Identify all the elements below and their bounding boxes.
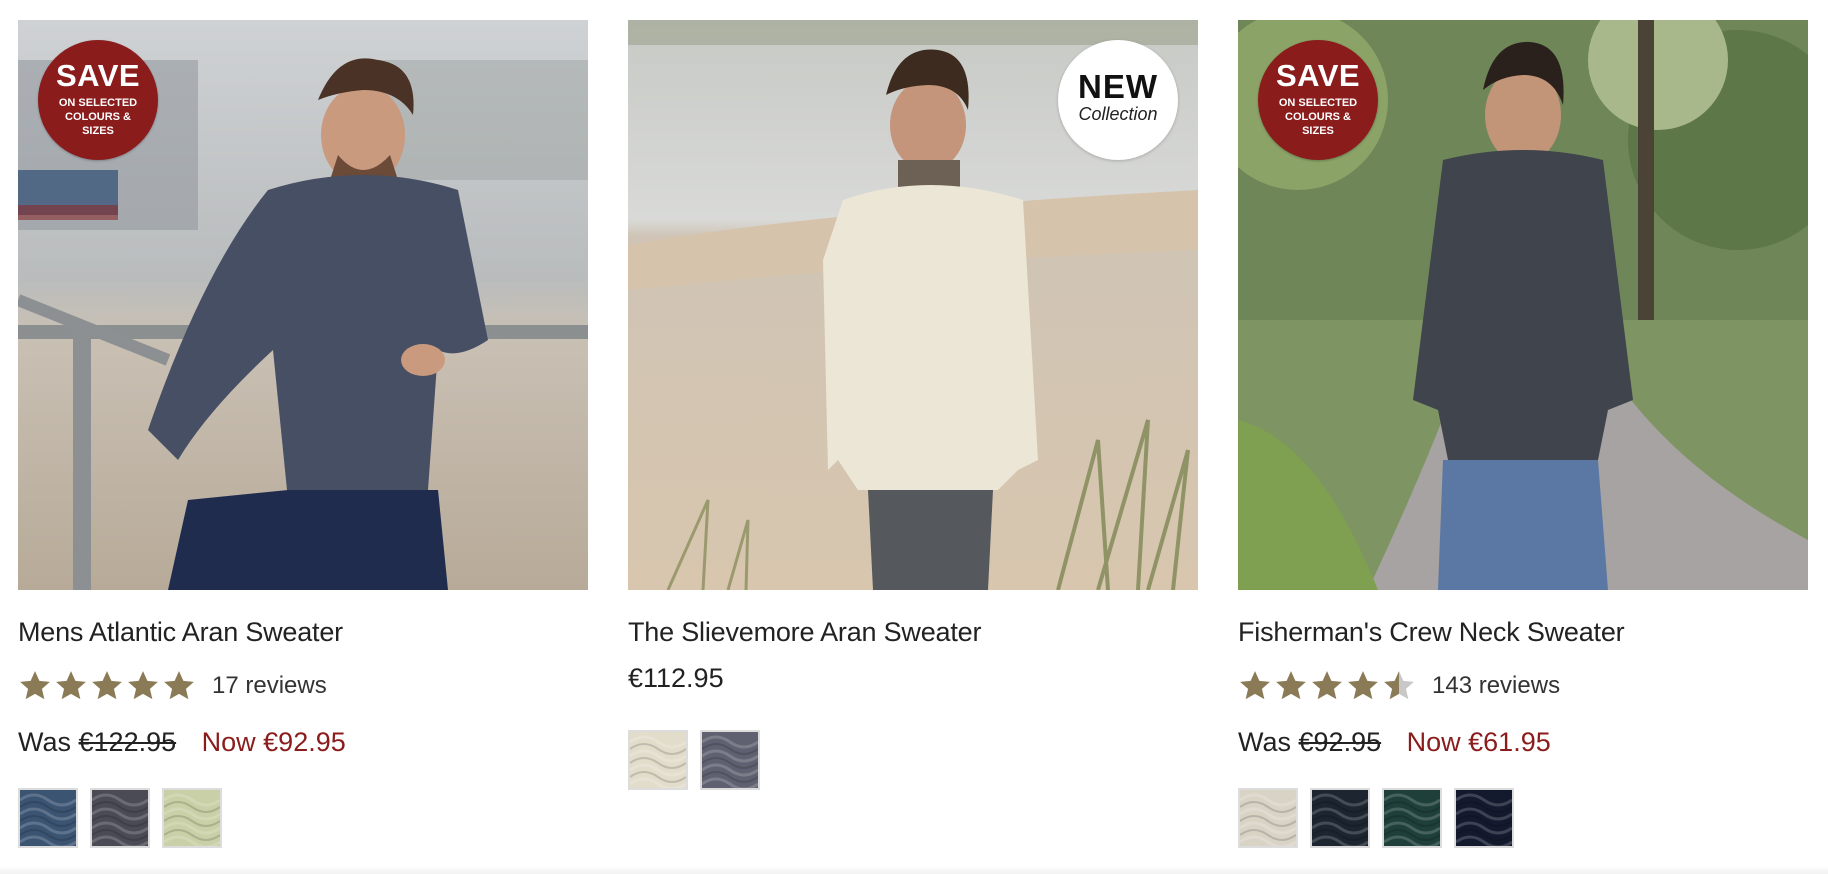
was-label: Was xyxy=(18,727,71,757)
price-line: Was €122.95 Now €92.95 xyxy=(18,724,588,760)
swatch-texture xyxy=(1456,790,1512,846)
colour-swatch-blue-marl[interactable] xyxy=(18,788,78,848)
badge-title: SAVE xyxy=(1275,58,1361,93)
colour-swatches xyxy=(628,730,1198,790)
product-title[interactable]: Mens Atlantic Aran Sweater xyxy=(18,614,588,650)
swatch-texture xyxy=(20,790,76,846)
save-badge: SAVE ON SELECTED COLOURS & SIZES xyxy=(38,40,158,160)
colour-swatch-natural[interactable] xyxy=(1238,788,1298,848)
swatch-texture xyxy=(1240,790,1296,846)
star-icon xyxy=(1240,671,1270,700)
save-badge: SAVE ON SELECTED COLOURS & SIZES xyxy=(1258,40,1378,160)
colour-swatch-navy-black[interactable] xyxy=(1310,788,1370,848)
product-image[interactable]: SAVE ON SELECTED COLOURS & SIZES xyxy=(1238,20,1808,590)
badge-title: NEW xyxy=(1078,68,1158,105)
colour-swatch-navy[interactable] xyxy=(1454,788,1514,848)
reviews-link[interactable]: 17 reviews xyxy=(212,672,327,700)
was-price: €122.95 xyxy=(78,727,177,757)
star-icon xyxy=(164,671,194,700)
swatch-texture xyxy=(92,790,148,846)
product-card: NEW Collection The Slievemore Aran Sweat… xyxy=(628,20,1198,790)
star-icon xyxy=(92,671,122,700)
star-icon xyxy=(20,671,50,700)
was-price: €92.95 xyxy=(1298,727,1382,757)
swatch-texture xyxy=(702,732,758,788)
product-card: SAVE ON SELECTED COLOURS & SIZES Fisherm… xyxy=(1238,20,1808,848)
colour-swatch-green-cream[interactable] xyxy=(162,788,222,848)
swatch-texture xyxy=(1384,790,1440,846)
product-rating: 17 reviews xyxy=(18,666,588,706)
star-icon xyxy=(56,671,86,700)
colour-swatch-grey[interactable] xyxy=(700,730,760,790)
reviews-link[interactable]: 143 reviews xyxy=(1432,672,1560,700)
price-line: Was €92.95 Now €61.95 xyxy=(1238,724,1808,760)
now-price: Now €61.95 xyxy=(1406,727,1551,757)
badge-subtitle: Collection xyxy=(1078,104,1158,124)
star-icon xyxy=(128,671,158,700)
page-bottom-edge xyxy=(0,866,1828,874)
badge-subtitle: ON SELECTED COLOURS & SIZES xyxy=(58,97,138,137)
swatch-texture xyxy=(630,732,686,788)
colour-swatches xyxy=(18,788,588,848)
badge-title: SAVE xyxy=(55,58,141,93)
product-title[interactable]: Fisherman's Crew Neck Sweater xyxy=(1238,614,1808,650)
badge-subtitle: ON SELECTED COLOURS & SIZES xyxy=(1278,97,1358,137)
product-card: SAVE ON SELECTED COLOURS & SIZES Mens At… xyxy=(18,20,588,848)
product-title[interactable]: The Slievemore Aran Sweater xyxy=(628,614,1198,650)
star-icon xyxy=(1384,671,1414,700)
rating-stars xyxy=(1238,669,1416,703)
rating-stars xyxy=(18,669,196,703)
was-label: Was xyxy=(1238,727,1291,757)
colour-swatch-dark-green[interactable] xyxy=(1382,788,1442,848)
swatch-texture xyxy=(164,790,220,846)
star-icon xyxy=(1276,671,1306,700)
star-icon xyxy=(1312,671,1342,700)
product-rating: 143 reviews xyxy=(1238,666,1808,706)
swatch-texture xyxy=(1312,790,1368,846)
now-price: Now €92.95 xyxy=(201,727,346,757)
star-icon xyxy=(1348,671,1378,700)
colour-swatch-natural[interactable] xyxy=(628,730,688,790)
product-image[interactable]: NEW Collection xyxy=(628,20,1198,590)
colour-swatch-charcoal[interactable] xyxy=(90,788,150,848)
product-grid: SAVE ON SELECTED COLOURS & SIZES Mens At… xyxy=(0,0,1828,874)
new-collection-badge: NEW Collection xyxy=(1058,40,1178,160)
price: €112.95 xyxy=(628,663,724,693)
product-image[interactable]: SAVE ON SELECTED COLOURS & SIZES xyxy=(18,20,588,590)
colour-swatches xyxy=(1238,788,1808,848)
